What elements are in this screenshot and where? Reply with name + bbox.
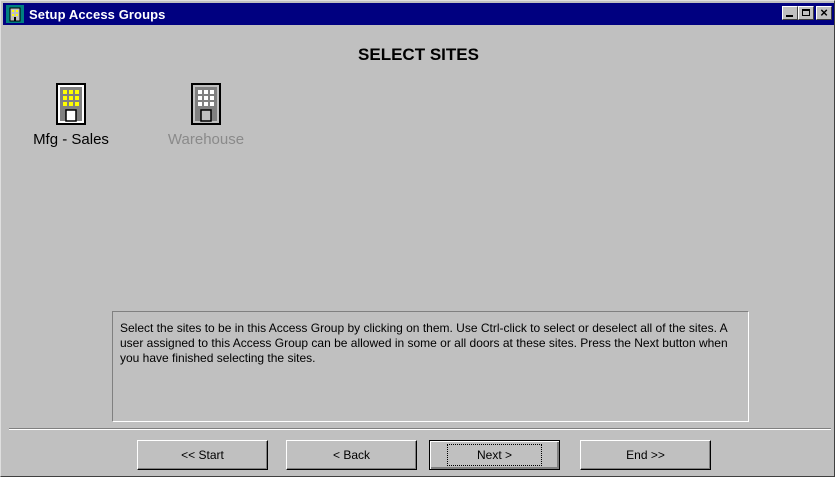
- site-mfg-sales[interactable]: Mfg - Sales: [21, 83, 121, 148]
- start-button-label: << Start: [181, 448, 224, 462]
- window-title: Setup Access Groups: [29, 6, 166, 22]
- start-button[interactable]: << Start: [137, 440, 268, 470]
- close-button[interactable]: ×: [816, 5, 832, 20]
- divider: [9, 428, 831, 430]
- instructions-panel: Select the sites to be in this Access Gr…: [112, 311, 749, 422]
- maximize-button[interactable]: [798, 6, 814, 20]
- next-button[interactable]: Next >: [429, 440, 560, 470]
- close-icon: ×: [820, 5, 828, 20]
- instructions-text: Select the sites to be in this Access Gr…: [120, 321, 728, 365]
- maximize-icon: [802, 9, 810, 16]
- back-button[interactable]: < Back: [286, 440, 417, 470]
- end-button-label: End >>: [626, 448, 665, 462]
- site-warehouse[interactable]: Warehouse: [156, 83, 256, 148]
- title-bar[interactable]: Setup Access Groups ×: [3, 3, 834, 25]
- minimize-icon: [786, 15, 793, 17]
- page-title: SELECT SITES: [358, 45, 479, 64]
- setup-access-groups-window: Setup Access Groups × SELECT SITES Mfg -…: [0, 0, 835, 477]
- site-label: Mfg - Sales: [33, 131, 109, 148]
- site-label: Warehouse: [167, 131, 245, 148]
- minimize-button[interactable]: [782, 6, 798, 20]
- building-icon: [191, 83, 221, 125]
- window-controls: ×: [782, 5, 832, 20]
- back-button-label: < Back: [332, 448, 371, 462]
- building-icon: [56, 83, 86, 125]
- next-button-label: Next >: [446, 444, 543, 466]
- end-button[interactable]: End >>: [580, 440, 711, 470]
- building-app-icon: [6, 5, 24, 23]
